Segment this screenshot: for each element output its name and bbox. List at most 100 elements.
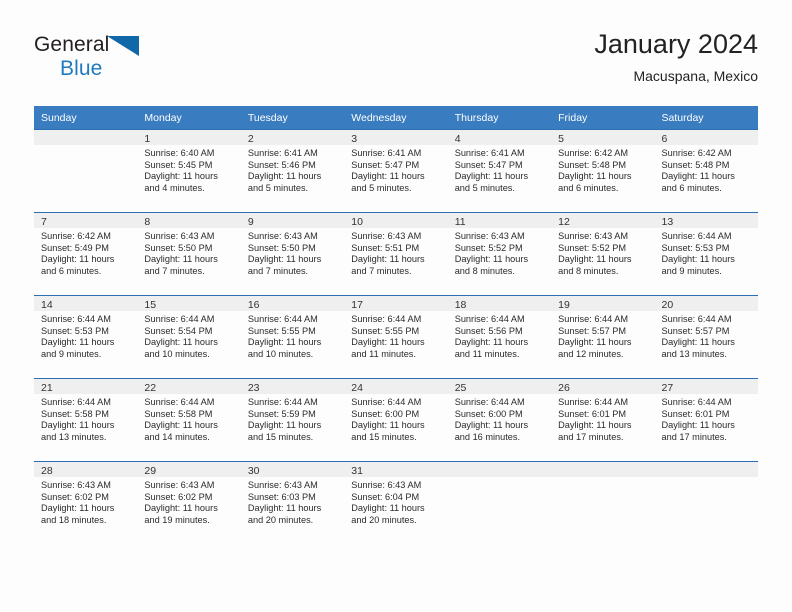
day-sun-info: Sunrise: 6:44 AM Sunset: 5:57 PM Daylight:… — [551, 311, 654, 360]
day-sun-info: Sunrise: 6:44 AM Sunset: 5:56 PM Daylight:… — [448, 311, 551, 360]
day-sun-info: Sunrise: 6:42 AM Sunset: 5:49 PM Daylight:… — [34, 228, 137, 277]
calendar-day-cell[interactable]: 24 Sunrise: 6:44 AM Sunset: 6:00 PM Dayligh… — [344, 378, 448, 462]
daylight-duration-line1: Daylight: 11 hours — [454, 337, 529, 348]
daylight-duration-line1: Daylight: 11 hours — [558, 420, 632, 431]
sunrise-time: Sunrise: 6:42 AM — [41, 231, 111, 241]
sunset-time: Sunset: 5:58 PM — [41, 408, 109, 419]
day-number: 8 — [137, 213, 241, 228]
calendar-week-row: 1 Sunrise: 6:40 AM Sunset: 5:45 PM Daylight… — [34, 129, 758, 213]
calendar-day-cell[interactable]: 8 Sunrise: 6:43 AM Sunset: 5:50 PM Daylight… — [137, 212, 241, 296]
day-number: 28 — [34, 462, 138, 477]
calendar-day-cell[interactable]: 31 Sunrise: 6:43 AM Sunset: 6:04 PM Dayligh… — [344, 461, 448, 544]
calendar-day-cell[interactable]: 27 Sunrise: 6:44 AM Sunset: 6:01 PM Dayligh… — [654, 378, 758, 462]
calendar-day-cell[interactable]: 11 Sunrise: 6:43 AM Sunset: 5:52 PM Dayligh… — [447, 212, 552, 296]
calendar-day-cell[interactable]: 19 Sunrise: 6:44 AM Sunset: 5:57 PM Dayligh… — [551, 295, 655, 379]
day-sun-info: Sunrise: 6:44 AM Sunset: 6:01 PM Daylight:… — [551, 394, 654, 443]
day-number: 9 — [240, 213, 345, 228]
sunset-time: Sunset: 6:00 PM — [351, 408, 420, 419]
day-number: 27 — [654, 379, 758, 394]
daylight-duration-line1: Daylight: 11 hours — [144, 503, 218, 514]
calendar-day-cell[interactable]: 17 Sunrise: 6:44 AM Sunset: 5:55 PM Dayligh… — [344, 295, 448, 379]
calendar-week-row: 28 Sunrise: 6:43 AM Sunset: 6:02 PM Dayligh… — [34, 461, 758, 544]
calendar-day-cell[interactable]: 4 Sunrise: 6:41 AM Sunset: 5:47 PM Daylight… — [447, 129, 552, 213]
calendar-day-cell[interactable]: 9 Sunrise: 6:43 AM Sunset: 5:50 PM Daylight… — [240, 212, 345, 296]
page-title: January 2024 — [594, 29, 758, 59]
day-sun-info: Sunrise: 6:44 AM Sunset: 5:55 PM Daylight:… — [241, 311, 344, 360]
sunrise-time: Sunrise: 6:44 AM — [558, 397, 629, 407]
sunrise-time: Sunrise: 6:44 AM — [454, 314, 525, 324]
day-sun-info: Sunrise: 6:44 AM Sunset: 5:53 PM Daylight:… — [34, 311, 137, 360]
daylight-duration-line2: and 6 minutes. — [661, 182, 722, 193]
day-sun-info: Sunrise: 6:41 AM Sunset: 5:47 PM Daylight:… — [344, 145, 447, 194]
calendar-day-cell[interactable]: 15 Sunrise: 6:44 AM Sunset: 5:54 PM Dayligh… — [137, 295, 241, 379]
sunset-time: Sunset: 5:49 PM — [41, 242, 109, 253]
calendar-day-cell[interactable]: 28 Sunrise: 6:43 AM Sunset: 6:02 PM Dayligh… — [34, 461, 138, 544]
calendar-week-row: 7 Sunrise: 6:42 AM Sunset: 5:49 PM Daylight… — [34, 212, 758, 296]
sunset-time: Sunset: 5:45 PM — [144, 159, 213, 170]
day-sun-info: Sunrise: 6:43 AM Sunset: 6:03 PM Daylight:… — [241, 477, 344, 526]
day-sun-info: Sunrise: 6:43 AM Sunset: 5:52 PM Daylight:… — [551, 228, 654, 277]
calendar-day-cell[interactable]: 16 Sunrise: 6:44 AM Sunset: 5:55 PM Dayligh… — [240, 295, 345, 379]
weekday-header-tuesday: Tuesday — [240, 106, 345, 130]
calendar-day-cell[interactable]: 5 Sunrise: 6:42 AM Sunset: 5:48 PM Daylight… — [551, 129, 655, 213]
day-sun-info: Sunrise: 6:44 AM Sunset: 5:53 PM Daylight:… — [655, 228, 758, 277]
day-number: 3 — [344, 130, 448, 145]
calendar-day-cell[interactable]: 12 Sunrise: 6:43 AM Sunset: 5:52 PM Dayligh… — [551, 212, 655, 296]
calendar-day-cell[interactable]: 18 Sunrise: 6:44 AM Sunset: 5:56 PM Dayligh… — [447, 295, 552, 379]
sunset-time: Sunset: 6:02 PM — [144, 491, 213, 502]
daylight-duration-line2: and 5 minutes. — [454, 182, 515, 193]
daylight-duration-line2: and 4 minutes. — [144, 182, 205, 193]
weekday-header-saturday: Saturday — [654, 106, 758, 130]
sunrise-time: Sunrise: 6:40 AM — [144, 148, 215, 158]
day-number: 23 — [240, 379, 345, 394]
daylight-duration-line1: Daylight: 11 hours — [661, 171, 735, 182]
daylight-duration-line1: Daylight: 11 hours — [661, 420, 735, 431]
calendar-day-cell[interactable]: 23 Sunrise: 6:44 AM Sunset: 5:59 PM Dayligh… — [240, 378, 345, 462]
calendar-day-cell[interactable]: 10 Sunrise: 6:43 AM Sunset: 5:51 PM Dayligh… — [344, 212, 448, 296]
day-number: 16 — [240, 296, 345, 311]
calendar-day-cell[interactable]: 25 Sunrise: 6:44 AM Sunset: 6:00 PM Dayligh… — [447, 378, 552, 462]
calendar-day-cell[interactable]: 20 Sunrise: 6:44 AM Sunset: 5:57 PM Dayligh… — [654, 295, 758, 379]
daylight-duration-line1: Daylight: 11 hours — [454, 420, 529, 431]
daylight-duration-line1: Daylight: 11 hours — [454, 254, 529, 265]
daylight-duration-line1: Daylight: 11 hours — [144, 420, 218, 431]
daylight-duration-line1: Daylight: 11 hours — [247, 420, 322, 431]
calendar-day-cell[interactable]: 26 Sunrise: 6:44 AM Sunset: 6:01 PM Dayligh… — [551, 378, 655, 462]
day-sun-info: Sunrise: 6:44 AM Sunset: 5:58 PM Daylight:… — [137, 394, 240, 443]
daylight-duration-line1: Daylight: 11 hours — [558, 171, 632, 182]
calendar-header-row: Sunday Monday Tuesday Wednesday Thursday Frid… — [34, 106, 758, 130]
daylight-duration-line1: Daylight: 11 hours — [144, 337, 218, 348]
sunset-time: Sunset: 6:01 PM — [661, 408, 730, 419]
sunset-time: Sunset: 5:48 PM — [661, 159, 730, 170]
daylight-duration-line2: and 13 minutes. — [41, 431, 107, 442]
brand-logo[interactable]: General Blue — [34, 34, 254, 90]
calendar-day-cell[interactable]: 6 Sunrise: 6:42 AM Sunset: 5:48 PM Daylight… — [654, 129, 758, 213]
calendar-day-cell[interactable]: 13 Sunrise: 6:44 AM Sunset: 5:53 PM Dayligh… — [654, 212, 758, 296]
calendar-day-cell[interactable]: 3 Sunrise: 6:41 AM Sunset: 5:47 PM Daylight… — [344, 129, 448, 213]
daylight-duration-line1: Daylight: 11 hours — [41, 254, 115, 265]
calendar-day-cell[interactable]: 7 Sunrise: 6:42 AM Sunset: 5:49 PM Daylight… — [34, 212, 138, 296]
day-sun-info: Sunrise: 6:44 AM Sunset: 5:59 PM Daylight:… — [241, 394, 344, 443]
day-sun-info: Sunrise: 6:41 AM Sunset: 5:46 PM Daylight:… — [241, 145, 344, 194]
sunrise-time: Sunrise: 6:42 AM — [558, 148, 629, 158]
calendar-day-cell[interactable]: 2 Sunrise: 6:41 AM Sunset: 5:46 PM Daylight… — [240, 129, 345, 213]
daylight-duration-line1: Daylight: 11 hours — [558, 337, 632, 348]
calendar-day-cell[interactable]: 14 Sunrise: 6:44 AM Sunset: 5:53 PM Dayligh… — [34, 295, 138, 379]
calendar-day-cell[interactable]: 29 Sunrise: 6:43 AM Sunset: 6:02 PM Dayligh… — [137, 461, 241, 544]
sunset-time: Sunset: 6:04 PM — [351, 491, 420, 502]
day-sun-info: Sunrise: 6:44 AM Sunset: 5:57 PM Daylight:… — [655, 311, 758, 360]
daylight-duration-line1: Daylight: 11 hours — [351, 171, 425, 182]
day-number: 29 — [137, 462, 241, 477]
calendar-week-row: 21 Sunrise: 6:44 AM Sunset: 5:58 PM Dayligh… — [34, 378, 758, 462]
calendar-day-cell[interactable]: 1 Sunrise: 6:40 AM Sunset: 5:45 PM Daylight… — [137, 129, 241, 213]
calendar-day-cell[interactable]: 22 Sunrise: 6:44 AM Sunset: 5:58 PM Dayligh… — [137, 378, 241, 462]
calendar-day-cell[interactable]: 21 Sunrise: 6:44 AM Sunset: 5:58 PM Dayligh… — [34, 378, 138, 462]
sunset-time: Sunset: 5:55 PM — [247, 325, 316, 336]
weekday-header-monday: Monday — [137, 106, 241, 130]
daylight-duration-line1: Daylight: 11 hours — [247, 254, 322, 265]
brand-name-blue: Blue — [60, 57, 103, 80]
day-number: 19 — [551, 296, 655, 311]
sunset-time: Sunset: 5:51 PM — [351, 242, 420, 253]
sunset-time: Sunset: 5:53 PM — [41, 325, 109, 336]
calendar-day-cell[interactable]: 30 Sunrise: 6:43 AM Sunset: 6:03 PM Dayligh… — [240, 461, 345, 544]
